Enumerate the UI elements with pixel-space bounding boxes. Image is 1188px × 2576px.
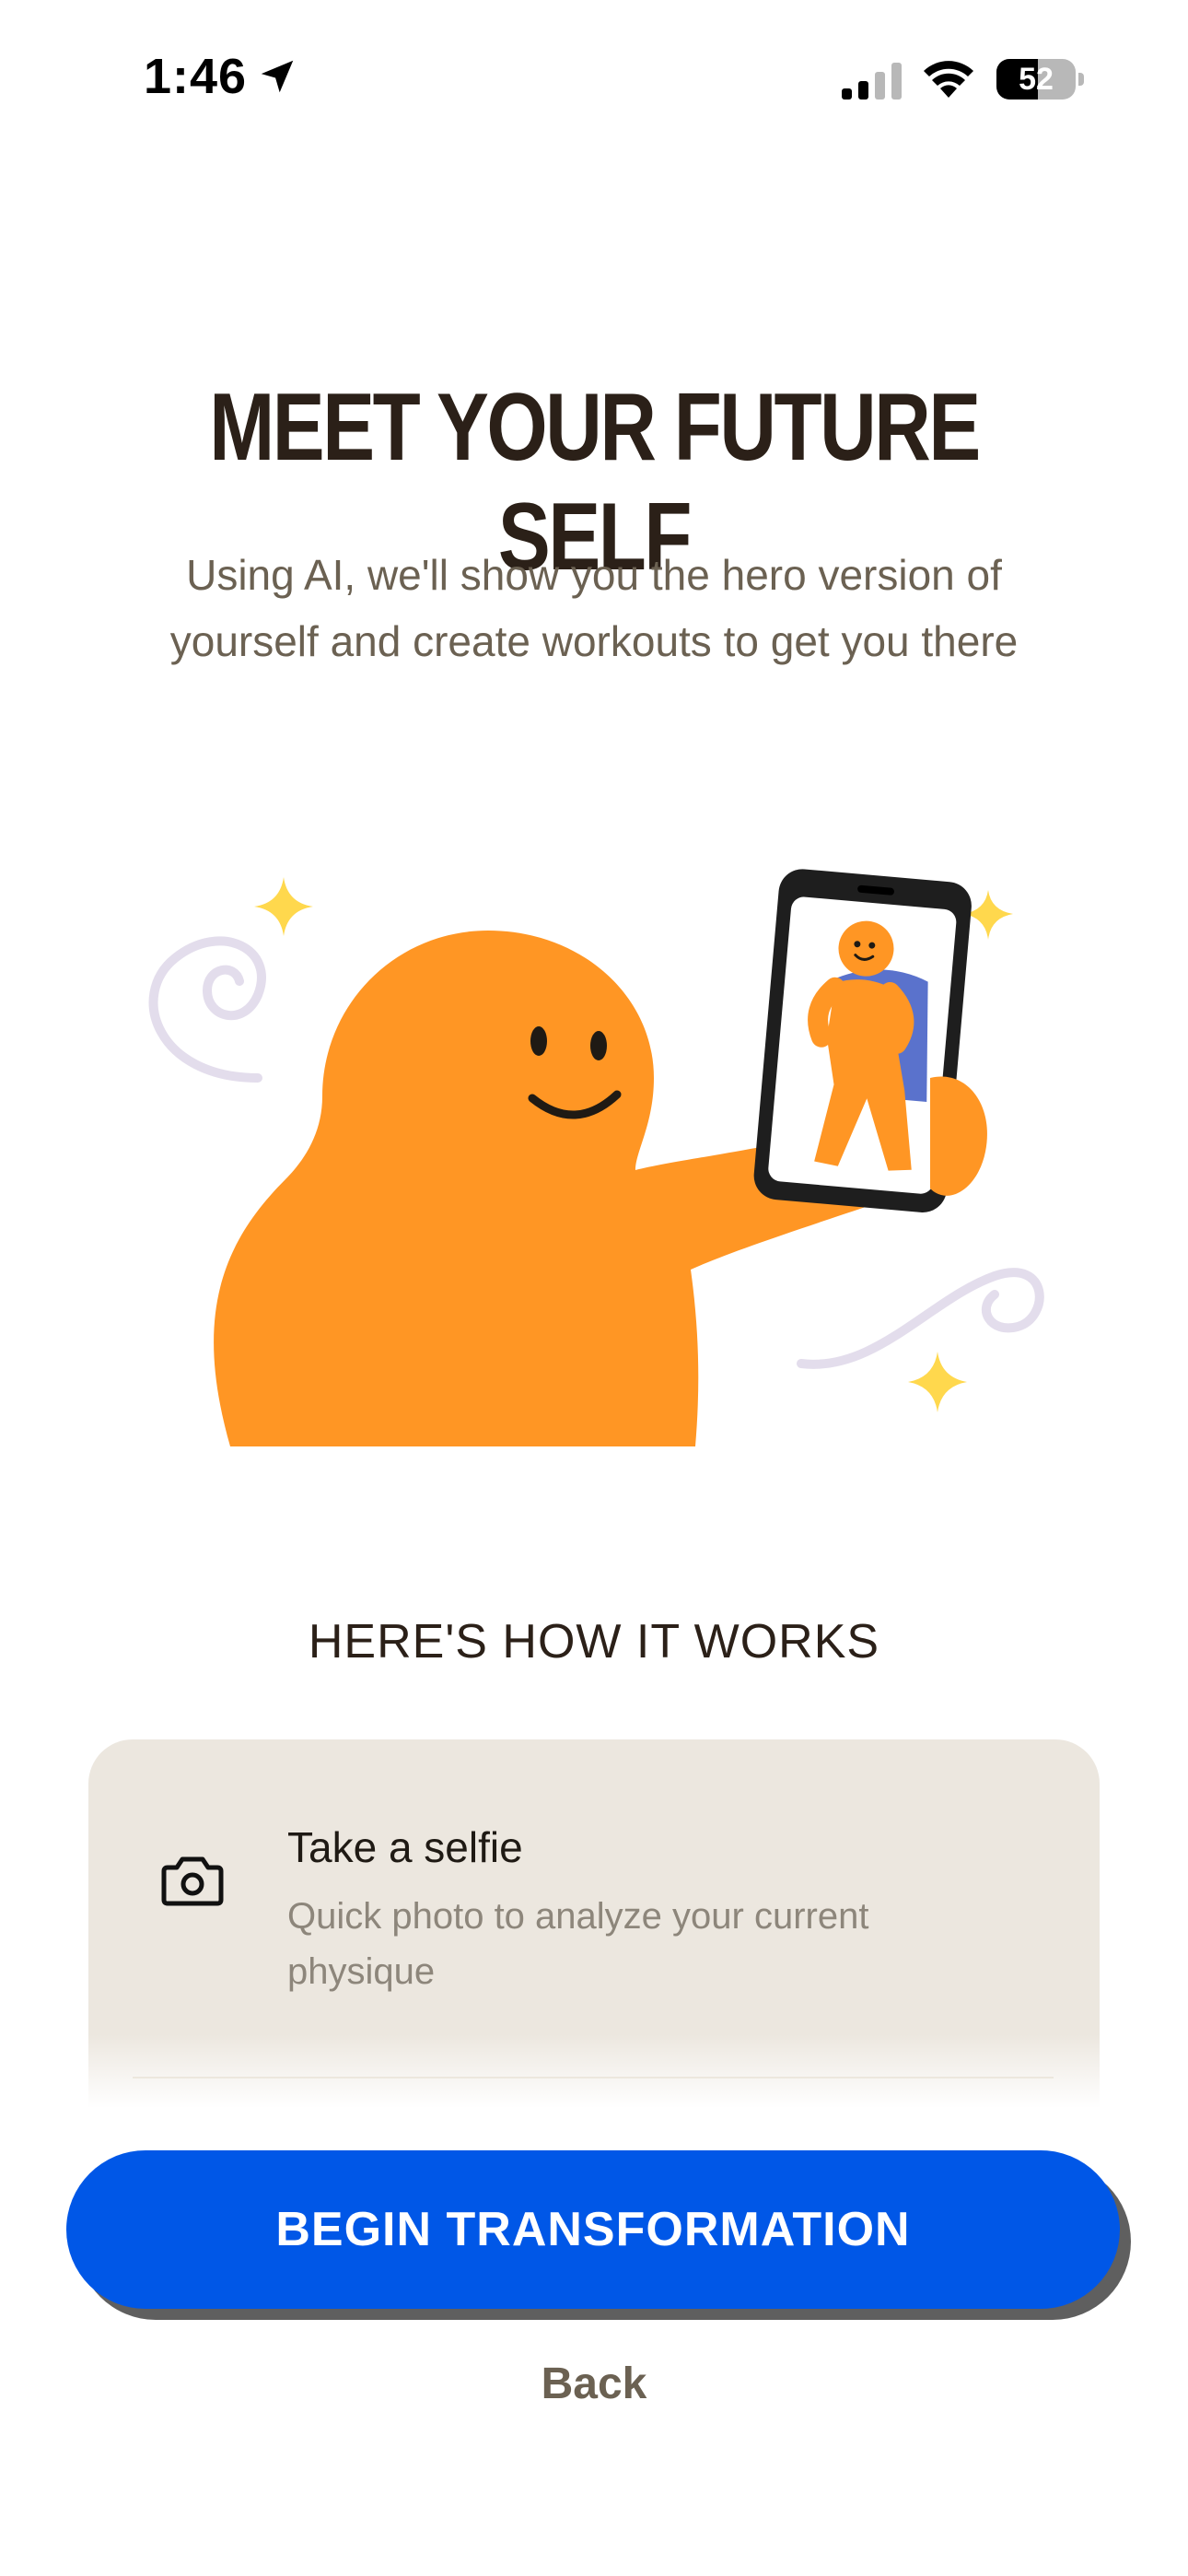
battery-nub (1078, 73, 1084, 86)
mascot-eye-right (590, 1031, 607, 1060)
location-arrow-icon (261, 60, 294, 93)
battery-body: 52 (996, 59, 1076, 100)
camera-icon (161, 1856, 224, 1906)
cellular-signal-icon (842, 63, 902, 100)
wifi-icon (924, 61, 973, 98)
page-subtitle: Using AI, we'll show you the hero versio… (169, 551, 1019, 665)
how-it-works-heading: HERE'S HOW IT WORKS (308, 1615, 880, 1669)
sparkle-icon (254, 877, 313, 936)
swirl-decoration-right (797, 1268, 1044, 1369)
battery-icon: 52 (996, 59, 1085, 100)
steps-card: Take a selfie Quick photo to analyze you… (88, 1739, 1100, 2108)
onboarding-screen: 1:46 52 MEET YOUR FUTURE SELF Using AI, … (0, 0, 1188, 2576)
begin-transformation-button[interactable]: BEGIN TRANSFORMATION (66, 2150, 1120, 2309)
mascot-eye-left (530, 1026, 547, 1056)
hero-selfie-illustration (148, 869, 1044, 1446)
sparkle-icon (908, 1352, 967, 1412)
step-title: Take a selfie (287, 1823, 523, 1871)
steps-fade-overlay (88, 2034, 1100, 2108)
step-description: Quick photo to analyze your current phys… (287, 1896, 869, 1992)
status-time: 1:46 (144, 49, 248, 104)
mascot-hand (930, 1076, 987, 1196)
status-bar: 1:46 52 (0, 0, 1188, 157)
battery-level: 52 (1019, 62, 1054, 97)
swirl-decoration-left (148, 936, 266, 1083)
back-button[interactable]: Back (0, 2359, 1188, 2409)
